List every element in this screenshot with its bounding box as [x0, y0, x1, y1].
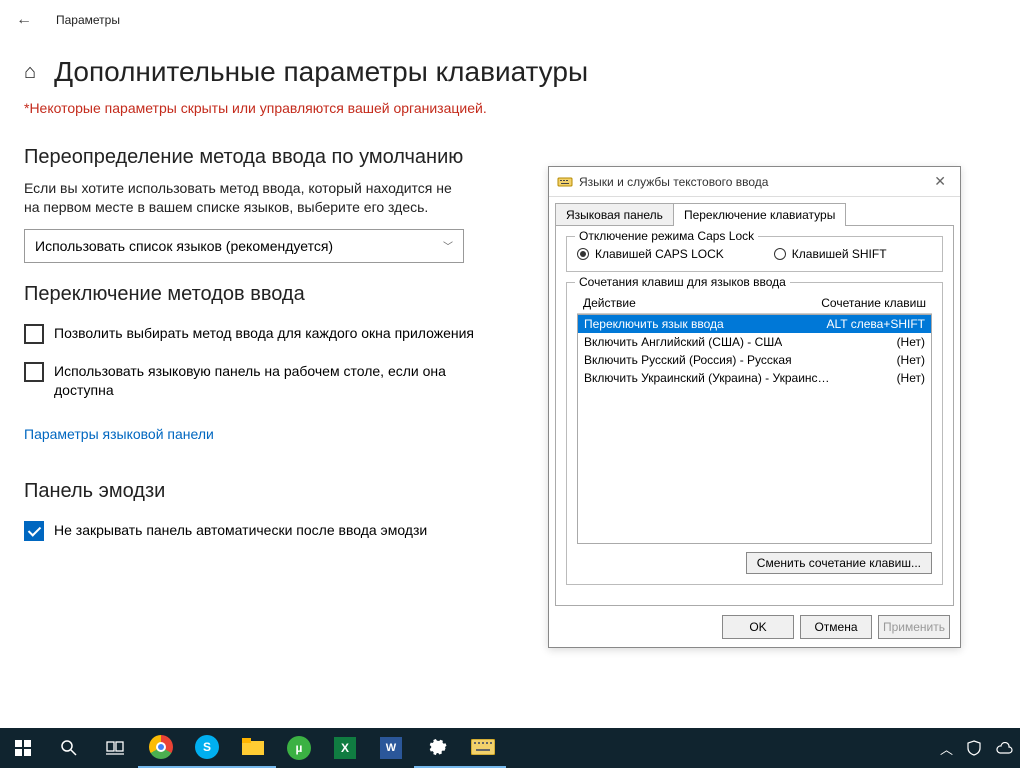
- radio-label: Клавишей SHIFT: [792, 247, 887, 261]
- system-tray[interactable]: ︿: [933, 728, 1020, 768]
- checkbox-per-window[interactable]: Позволить выбирать метод ввода для каждо…: [24, 324, 494, 344]
- checkbox-icon[interactable]: [24, 362, 44, 382]
- checkbox-label: Использовать языковую панель на рабочем …: [54, 362, 494, 400]
- close-icon[interactable]: ✕: [928, 171, 952, 192]
- hotkeys-group: Сочетания клавиш для языков ввода Действ…: [566, 282, 943, 585]
- cancel-button[interactable]: Отмена: [800, 615, 872, 639]
- onscreen-keyboard-icon[interactable]: [460, 728, 506, 768]
- table-header: Действие Сочетание клавиш: [577, 293, 932, 314]
- task-view-icon[interactable]: [92, 728, 138, 768]
- ok-button[interactable]: OK: [722, 615, 794, 639]
- chrome-icon[interactable]: [138, 728, 184, 768]
- table-row[interactable]: Включить Русский (Россия) - Русская(Нет): [578, 351, 931, 369]
- excel-icon[interactable]: X: [322, 728, 368, 768]
- tab-keyboard-switch[interactable]: Переключение клавиатуры: [673, 203, 846, 226]
- override-description: Если вы хотите использовать метод ввода,…: [24, 179, 464, 217]
- tray-cloud-icon[interactable]: [988, 728, 1020, 768]
- page-title: Дополнительные параметры клавиатуры: [54, 56, 588, 88]
- file-explorer-icon[interactable]: [230, 728, 276, 768]
- group-title: Сочетания клавиш для языков ввода: [575, 275, 790, 289]
- hotkeys-list[interactable]: Переключить язык вводаALT слева+SHIFT Вк…: [577, 314, 932, 544]
- window-topbar: ← Параметры: [0, 0, 1020, 40]
- table-row[interactable]: Включить Украинский (Украина) - Украинск…: [578, 369, 931, 387]
- dropdown-value: Использовать список языков (рекомендуетс…: [35, 238, 333, 254]
- tray-chevron-icon[interactable]: ︿: [933, 728, 960, 768]
- dialog-titlebar[interactable]: Языки и службы текстового ввода ✕: [549, 167, 960, 197]
- radio-icon: [577, 248, 589, 260]
- utorrent-icon[interactable]: µ: [276, 728, 322, 768]
- keyboard-icon: [557, 174, 573, 190]
- taskbar[interactable]: S µ X W ︿: [0, 728, 1020, 768]
- tray-defender-icon[interactable]: [960, 728, 988, 768]
- org-warning: *Некоторые параметры скрыты или управляю…: [0, 100, 1020, 134]
- dialog-buttons: OK Отмена Применить: [549, 607, 960, 647]
- search-icon[interactable]: [46, 728, 92, 768]
- radio-shift[interactable]: Клавишей SHIFT: [774, 247, 887, 261]
- input-method-dropdown[interactable]: Использовать список языков (рекомендуетс…: [24, 229, 464, 263]
- checkbox-label: Не закрывать панель автоматически после …: [54, 521, 427, 540]
- chevron-down-icon: ﹀: [443, 238, 453, 253]
- table-row[interactable]: Переключить язык вводаALT слева+SHIFT: [578, 315, 931, 333]
- checkbox-icon[interactable]: [24, 324, 44, 344]
- settings-icon[interactable]: [414, 728, 460, 768]
- apply-button[interactable]: Применить: [878, 615, 950, 639]
- change-hotkey-button[interactable]: Сменить сочетание клавиш...: [746, 552, 932, 574]
- dialog-tabs: Языковая панель Переключение клавиатуры: [549, 197, 960, 226]
- group-title: Отключение режима Caps Lock: [575, 229, 758, 243]
- word-icon[interactable]: W: [368, 728, 414, 768]
- home-icon[interactable]: ⌂: [24, 61, 36, 84]
- start-button[interactable]: [0, 728, 46, 768]
- radio-capslock[interactable]: Клавишей CAPS LOCK: [577, 247, 724, 261]
- radio-label: Клавишей CAPS LOCK: [595, 247, 724, 261]
- back-button[interactable]: ←: [16, 11, 32, 29]
- tab-lang-panel[interactable]: Языковая панель: [555, 203, 674, 226]
- col-action: Действие: [583, 296, 636, 310]
- skype-icon[interactable]: S: [184, 728, 230, 768]
- checkbox-lang-bar[interactable]: Использовать языковую панель на рабочем …: [24, 362, 494, 400]
- radio-icon: [774, 248, 786, 260]
- window-title: Параметры: [56, 13, 120, 27]
- lang-bar-link[interactable]: Параметры языковой панели: [24, 426, 214, 442]
- checkbox-icon[interactable]: [24, 521, 44, 541]
- checkbox-emoji-autoclose[interactable]: Не закрывать панель автоматически после …: [24, 521, 494, 541]
- checkbox-label: Позволить выбирать метод ввода для каждо…: [54, 324, 474, 343]
- page-header: ⌂ Дополнительные параметры клавиатуры: [0, 40, 1020, 100]
- dialog-title: Языки и службы текстового ввода: [579, 175, 928, 189]
- dialog-body: Отключение режима Caps Lock Клавишей CAP…: [555, 225, 954, 606]
- col-keys: Сочетание клавиш: [821, 296, 926, 310]
- text-services-dialog: Языки и службы текстового ввода ✕ Языков…: [548, 166, 961, 648]
- capslock-group: Отключение режима Caps Lock Клавишей CAP…: [566, 236, 943, 272]
- table-row[interactable]: Включить Английский (США) - США(Нет): [578, 333, 931, 351]
